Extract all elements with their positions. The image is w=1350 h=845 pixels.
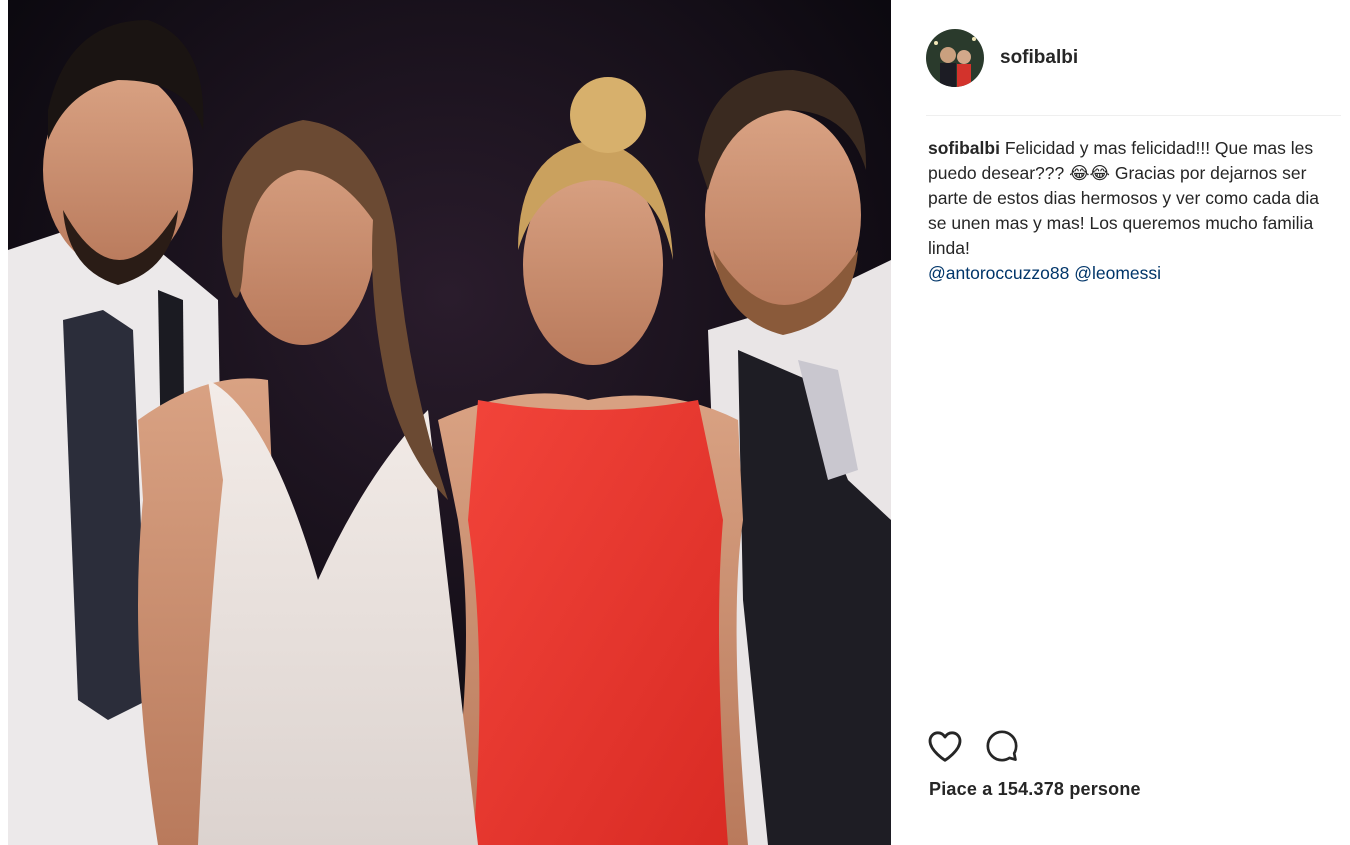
username[interactable]: sofibalbi — [1000, 47, 1078, 69]
post-photo[interactable] — [8, 0, 891, 845]
post-actions — [927, 726, 1043, 766]
photo-illustration — [8, 0, 891, 845]
heart-icon — [928, 731, 962, 762]
mention-leomessi[interactable]: @leomessi — [1074, 263, 1161, 283]
divider — [926, 115, 1341, 116]
mention-antoroccuzzo88[interactable]: @antoroccuzzo88 — [928, 263, 1069, 283]
post-detail-panel: sofibalbi sofibalbi Felicidad y mas feli… — [891, 0, 1350, 845]
like-button[interactable] — [927, 726, 967, 766]
caption-username[interactable]: sofibalbi — [928, 138, 1000, 158]
comment-icon — [986, 730, 1018, 762]
comment-button[interactable] — [985, 726, 1025, 766]
post-header: sofibalbi — [926, 28, 1341, 88]
avatar[interactable] — [926, 29, 984, 87]
likes-count[interactable]: Piace a 154.378 persone — [929, 779, 1141, 800]
post-caption: sofibalbi Felicidad y mas felicidad!!! Q… — [928, 136, 1328, 286]
